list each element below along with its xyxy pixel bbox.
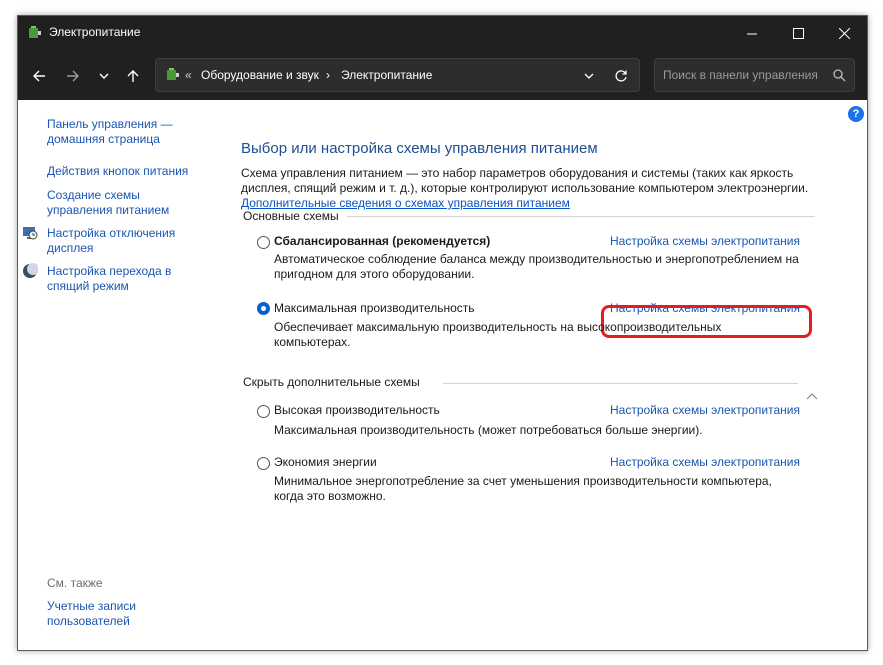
divider	[443, 383, 798, 384]
title-bar: Электропитание	[18, 16, 867, 50]
address-bar[interactable]: « Оборудование и звук › Электропитание	[155, 58, 640, 92]
plan-desc-power-saver: Минимальное энергопотребление за счет ум…	[274, 474, 772, 503]
forward-button[interactable]	[62, 65, 84, 87]
arrow-left-icon	[33, 70, 45, 82]
intro-text: Схема управления питанием — это набор па…	[241, 166, 821, 211]
see-also-user-accounts[interactable]: Учетные записи пользователей	[47, 599, 197, 629]
navigation-bar: « Оборудование и звук › Электропитание П…	[18, 50, 867, 100]
breadcrumb-separator: ›	[326, 68, 330, 82]
sidebar-item-sleep[interactable]: Настройка перехода в спящий режим	[47, 264, 197, 294]
section-basic-plans: Основные схемы	[243, 209, 339, 223]
control-panel-window: Электропитание « Оборудование и звук › Э…	[17, 15, 868, 651]
back-button[interactable]	[28, 65, 50, 87]
plan-desc-max-performance: Обеспечивает максимальную производительн…	[274, 320, 722, 349]
divider	[347, 216, 815, 217]
moon-icon	[23, 263, 38, 278]
section-hidden-plans[interactable]: Скрыть дополнительные схемы	[243, 375, 420, 389]
radio-balanced[interactable]	[257, 236, 270, 249]
monitor-clock-icon	[23, 227, 38, 240]
sidebar-item-home[interactable]: Панель управления — домашняя страница	[47, 117, 197, 147]
radio-max-performance[interactable]	[257, 302, 270, 315]
intro-text-body: Схема управления питанием — это набор па…	[241, 166, 809, 195]
plan-settings-link-balanced[interactable]: Настройка схемы электропитания	[610, 234, 800, 248]
plan-name-power-saver[interactable]: Экономия энергии	[274, 455, 377, 469]
power-options-icon	[167, 68, 179, 80]
more-info-link[interactable]: Дополнительные сведения о схемах управле…	[241, 196, 570, 210]
plan-name-max-performance[interactable]: Максимальная производительность	[274, 301, 475, 315]
plan-settings-link-high-performance[interactable]: Настройка схемы электропитания	[610, 403, 800, 417]
chevron-down-icon[interactable]	[584, 71, 594, 81]
breadcrumb-item-power[interactable]: Электропитание	[341, 68, 432, 82]
arrow-up-icon	[127, 70, 139, 82]
help-icon[interactable]: ?	[848, 106, 864, 122]
power-options-icon	[29, 26, 41, 38]
recent-locations-button[interactable]	[93, 65, 115, 87]
plan-settings-link-power-saver[interactable]: Настройка схемы электропитания	[610, 455, 800, 469]
search-icon[interactable]	[833, 69, 846, 82]
radio-power-saver[interactable]	[257, 457, 270, 470]
radio-high-performance[interactable]	[257, 405, 270, 418]
sidebar-item-display-off[interactable]: Настройка отключения дисплея	[47, 226, 197, 256]
plan-desc-balanced: Автоматическое соблюдение баланса между …	[274, 252, 799, 281]
search-box[interactable]: Поиск в панели управления	[654, 58, 855, 92]
plan-name-balanced[interactable]: Сбалансированная (рекомендуется)	[274, 234, 490, 248]
minimize-icon	[746, 33, 757, 34]
minimize-button[interactable]	[729, 16, 775, 50]
breadcrumb-overflow[interactable]: «	[185, 68, 192, 82]
maximize-button[interactable]	[775, 16, 821, 50]
search-input[interactable]: Поиск в панели управления	[663, 68, 818, 82]
breadcrumb-item-hardware-sound[interactable]: Оборудование и звук	[201, 68, 319, 82]
plan-name-high-performance[interactable]: Высокая производительность	[274, 403, 440, 417]
refresh-icon[interactable]	[614, 69, 628, 83]
chevron-up-icon[interactable]	[806, 392, 818, 400]
sidebar-item-create-plan[interactable]: Создание схемы управления питанием	[47, 188, 197, 218]
see-also-title: См. также	[47, 576, 103, 590]
plan-desc-high-performance: Максимальная производительность (может п…	[274, 423, 703, 437]
sidebar-item-power-buttons[interactable]: Действия кнопок питания	[47, 164, 197, 179]
close-button[interactable]	[821, 16, 867, 50]
chevron-down-icon	[99, 73, 109, 79]
content-area: ? Панель управления — домашняя страница …	[18, 100, 867, 650]
page-title: Выбор или настройка схемы управления пит…	[241, 140, 598, 157]
arrow-right-icon	[67, 70, 79, 82]
window-title: Электропитание	[49, 25, 141, 39]
close-icon	[838, 27, 850, 39]
maximize-icon	[792, 27, 804, 39]
up-button[interactable]	[122, 65, 144, 87]
